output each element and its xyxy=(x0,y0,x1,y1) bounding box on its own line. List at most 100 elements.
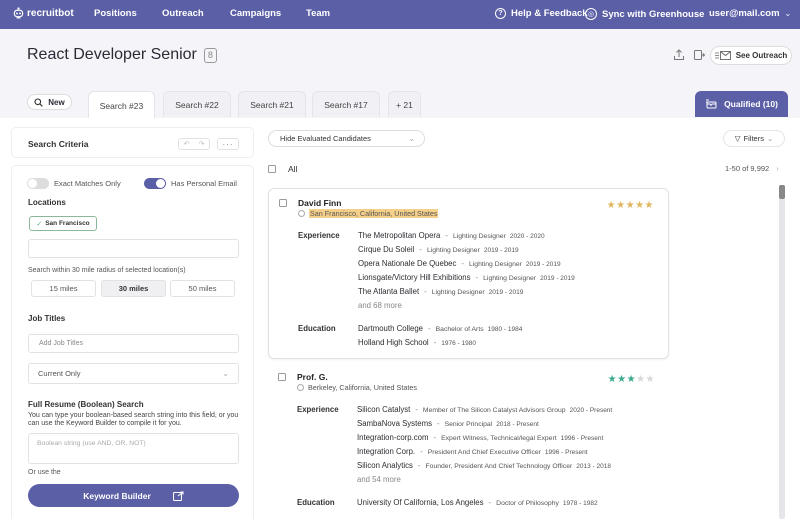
star-icon: ★ xyxy=(616,200,626,211)
star-icon: ★ xyxy=(644,200,654,211)
chevron-down-icon: ⌄ xyxy=(222,369,229,378)
or-use-text: Or use the xyxy=(28,469,61,476)
sync-greenhouse-button[interactable]: ◎ Sync with Greenhouse xyxy=(585,8,704,20)
location-chip-label: San Francisco xyxy=(45,220,90,227)
user-email: user@mail.com xyxy=(709,8,780,19)
star-icon: ★ xyxy=(635,200,645,211)
filters-button[interactable]: ▽ Filters ⌄ xyxy=(723,130,785,147)
candidate-checkbox[interactable] xyxy=(278,373,286,381)
position-title: React Developer Senior xyxy=(27,46,197,63)
globe-icon xyxy=(298,210,305,217)
radius-15-button[interactable]: 15 miles xyxy=(31,280,96,297)
see-outreach-label: See Outreach xyxy=(735,51,788,60)
undo-icon[interactable]: ↶ xyxy=(184,140,190,148)
help-icon: ? xyxy=(495,8,506,19)
education-entry: Dartmouth College - Bachelor of Arts 1980 -… xyxy=(358,324,523,333)
location-input[interactable] xyxy=(28,239,239,258)
boolean-textarea[interactable]: Boolean string (use AND, OR, NOT) xyxy=(28,433,239,464)
radius-50-button[interactable]: 50 miles xyxy=(170,280,235,297)
hide-evaluated-dropdown[interactable]: Hide Evaluated Candidates ⌄ xyxy=(268,130,425,147)
star-icon: ★ xyxy=(607,374,618,385)
nav-outreach[interactable]: Outreach xyxy=(162,8,204,19)
results-scrollbar[interactable] xyxy=(779,185,785,519)
experience-entry: Cirque Du Soleil - Lighting Designer 2019 -… xyxy=(358,245,519,254)
select-all-checkbox[interactable] xyxy=(268,165,276,173)
candidate-checkbox[interactable] xyxy=(279,199,287,207)
location-chip[interactable]: ✓ San Francisco xyxy=(29,216,97,231)
exact-matches-label: Exact Matches Only xyxy=(54,179,121,188)
top-nav: recruitbot Positions Outreach Campaigns … xyxy=(0,0,800,29)
robot-icon xyxy=(13,7,24,19)
education-label: Education xyxy=(298,324,336,333)
logo[interactable]: recruitbot xyxy=(13,7,74,19)
pagination: 1-50 of 9,992 › xyxy=(725,164,779,173)
location-text: San Francisco, California, United States xyxy=(309,209,439,218)
candidate-card[interactable]: David Finn San Francisco, California, Un… xyxy=(268,188,669,359)
candidate-name[interactable]: David Finn xyxy=(298,198,341,208)
star-icon: ★ xyxy=(625,200,636,211)
nav-campaigns[interactable]: Campaigns xyxy=(230,8,281,19)
job-titles-label: Job Titles xyxy=(28,314,66,323)
share-icon[interactable] xyxy=(693,49,705,61)
undo-redo-group: ↶ ↷ xyxy=(178,138,210,150)
see-outreach-button[interactable]: See Outreach xyxy=(710,46,792,65)
redo-icon[interactable]: ↷ xyxy=(199,140,205,148)
more-options-button[interactable]: ··· xyxy=(217,138,239,150)
candidate-card[interactable]: Prof. G. Berkeley, California, United St… xyxy=(268,365,669,519)
experience-more-link[interactable]: and 68 more xyxy=(358,301,402,310)
external-link-icon xyxy=(172,490,184,501)
page-title: React Developer Senior 8 xyxy=(27,46,217,64)
boolean-help-text: You can type your boolean-based search s… xyxy=(28,412,239,427)
experience-label: Experience xyxy=(298,231,340,240)
chevron-right-icon[interactable]: › xyxy=(776,164,779,173)
boolean-search-label: Full Resume (Boolean) Search xyxy=(28,400,144,409)
help-feedback-link[interactable]: ? Help & Feedback xyxy=(495,8,588,19)
experience-more-link[interactable]: and 54 more xyxy=(357,475,401,484)
tab-search-23[interactable]: Search #23 xyxy=(88,91,155,120)
keyword-builder-label: Keyword Builder xyxy=(83,490,151,501)
criteria-form: Exact Matches Only Has Personal Email Lo… xyxy=(11,165,254,519)
star-icon: ★ xyxy=(626,374,637,385)
qualified-tab[interactable]: Qualified (10) xyxy=(695,91,788,117)
search-criteria-panel: Search Criteria ↶ ↷ ··· Exact Matches On… xyxy=(11,127,254,519)
help-label: Help & Feedback xyxy=(511,8,588,19)
candidate-location: Berkeley, California, United States xyxy=(297,383,417,392)
radius-30-button[interactable]: 30 miles xyxy=(101,280,166,297)
keyword-builder-button[interactable]: Keyword Builder xyxy=(28,484,239,507)
star-icon: ★ xyxy=(636,374,646,385)
candidate-name[interactable]: Prof. G. xyxy=(297,372,328,382)
position-badge[interactable]: 8 xyxy=(203,47,217,63)
experience-entry: Integration-corp.com - Expert Witness, Tec… xyxy=(357,433,604,442)
exact-matches-toggle[interactable] xyxy=(27,178,49,189)
experience-entry: Silicon Catalyst - Member of The Silicon C… xyxy=(357,405,613,414)
location-text: Berkeley, California, United States xyxy=(308,383,417,392)
personal-email-label: Has Personal Email xyxy=(171,179,237,188)
radius-hint: Search within 30 mile radius of selected… xyxy=(28,267,186,274)
scrollbar-thumb[interactable] xyxy=(779,185,785,199)
star-icon: ★ xyxy=(617,374,627,385)
sync-label: Sync with Greenhouse xyxy=(602,8,705,20)
education-entry: University Of California, Los Angeles - Do… xyxy=(357,498,598,507)
filters-label: Filters xyxy=(743,134,764,143)
rating-stars[interactable]: ★★★★★ xyxy=(608,374,655,385)
user-menu[interactable]: user@mail.com ⌄ xyxy=(709,8,791,19)
pager-text: 1-50 of 9,992 xyxy=(725,164,770,173)
tab-search-21[interactable]: Search #21 xyxy=(238,91,306,117)
tab-search-17[interactable]: Search #17 xyxy=(312,91,380,117)
tab-search-22[interactable]: Search #22 xyxy=(163,91,231,117)
experience-entry: Opera Nationale De Quebec - Lighting Desig… xyxy=(358,259,561,268)
rating-stars[interactable]: ★★★★★ xyxy=(607,200,654,211)
logo-text: recruitbot xyxy=(27,7,74,19)
nav-positions[interactable]: Positions xyxy=(94,8,137,19)
education-label: Education xyxy=(297,498,335,507)
new-search-button[interactable]: New xyxy=(27,94,72,110)
locations-label: Locations xyxy=(28,198,66,207)
candidate-location: San Francisco, California, United States xyxy=(298,209,439,218)
nav-team[interactable]: Team xyxy=(306,8,330,19)
job-titles-input[interactable]: Add Job Titles xyxy=(28,334,239,353)
education-entry: Holland High School -1976 - 1980 xyxy=(358,338,476,347)
export-icon[interactable] xyxy=(673,49,685,61)
job-scope-select[interactable]: Current Only ⌄ xyxy=(28,363,239,384)
personal-email-toggle[interactable] xyxy=(144,178,166,189)
tab-more-searches[interactable]: + 21 xyxy=(388,91,421,117)
